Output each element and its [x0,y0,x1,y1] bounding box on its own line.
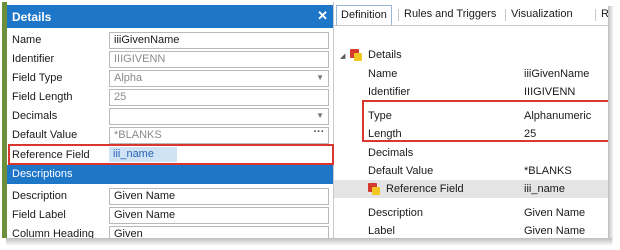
frame-shadow-right [608,6,614,242]
field-label-input[interactable]: Given Name [109,207,329,224]
tree-key: Default Value [368,165,434,177]
details-panel: Details ✕ Name iiiGivenName Identifier I… [7,2,334,238]
highlight-rectangle [362,100,608,142]
tree-key: Reference Field [386,183,464,195]
description-input[interactable]: Given Name [109,188,329,205]
tab-separator [595,9,596,21]
field-label: Identifier [12,53,55,65]
field-row-decimals: Decimals ▼ [7,107,333,126]
tree-value: Given Name [524,207,586,219]
decimals-select[interactable]: ▼ [109,108,329,125]
tree-value: Given Name [524,225,586,237]
field-row-default-value: Default Value *BLANKS ··· [7,126,333,145]
field-label: Description [12,190,68,202]
property-tree: ◢ Details Name iiiGivenName Identifier I… [334,26,608,238]
tree-row-selected[interactable]: Reference Field iii_name [334,180,608,198]
tab-repository-help[interactable]: Repository Help [597,5,608,24]
chevron-down-icon[interactable]: ▼ [316,111,324,120]
tab-rules-and-triggers[interactable]: Rules and Triggers [400,5,501,24]
column-heading-input[interactable]: Given [109,226,329,238]
name-input[interactable]: iiiGivenName [109,32,329,49]
highlight-rectangle [8,144,334,165]
field-label: Field Type [12,72,63,84]
field-row-field-length: Field Length 25 [7,88,333,107]
tree-key: Identifier [368,86,411,98]
identifier-input[interactable]: IIIGIVENN [109,51,329,68]
frame-shadow-bottom [6,238,612,246]
field-row-description: Description Given Name [7,187,333,206]
tab-separator [505,9,506,21]
details-title: Details [12,10,52,24]
tree-key: Decimals [368,147,414,159]
tab-separator [398,9,399,21]
tree-key: Label [368,225,395,237]
tab-visualization[interactable]: Visualization [507,5,577,24]
tree-value: *BLANKS [524,165,572,177]
field-label: Decimals [12,110,58,122]
tree-key: Description [368,207,424,219]
tree-value: iiiGivenName [524,68,590,80]
field-row-identifier: Identifier IIIGIVENN [7,50,333,69]
tree-row[interactable]: Default Value *BLANKS [334,162,608,180]
tab-bar: Definition Rules and Triggers Visualizat… [334,5,608,26]
tree-row[interactable]: Name iiiGivenName [334,65,608,83]
field-label: Name [12,34,42,46]
tree-row[interactable]: Label Given Name [334,222,608,238]
descriptions-header[interactable]: Descriptions [7,165,333,184]
field-length-input[interactable]: 25 [109,89,329,106]
field-row-field-type: Field Type Alpha ▼ [7,69,333,88]
definition-panel: Definition Rules and Triggers Visualizat… [334,2,608,238]
field-row-name: Name iiiGivenName [7,31,333,50]
field-row-field-label: Field Label Given Name [7,206,333,225]
property-group-icon [350,49,362,61]
field-type-select[interactable]: Alpha ▼ [109,70,329,87]
details-header: Details ✕ [7,5,333,28]
screenshot-frame: Details ✕ Name iiiGivenName Identifier I… [2,2,608,238]
field-label: Field Label [12,209,66,221]
close-icon[interactable]: ✕ [317,8,328,24]
tree-row[interactable]: Decimals [334,144,608,162]
tab-definition[interactable]: Definition [336,5,392,25]
ellipsis-button[interactable]: ··· [313,126,324,138]
field-label: Column Heading [12,228,94,238]
field-label: Field Length [12,91,73,103]
field-row-column-heading: Column Heading Given [7,225,333,238]
tree-row[interactable]: Identifier IIIGIVENN [334,83,608,101]
field-label: Default Value [12,129,78,141]
tree-value: iii_name [524,183,565,195]
default-value-input[interactable]: *BLANKS ··· [109,126,329,144]
tree-value: IIIGIVENN [524,86,576,98]
expand-collapse-icon[interactable]: ◢ [340,52,345,60]
tree-key: Name [368,68,398,80]
tree-group-details[interactable]: ◢ Details [334,46,608,64]
reference-field-icon [368,183,380,195]
chevron-down-icon[interactable]: ▼ [316,73,324,82]
tree-row[interactable]: Description Given Name [334,204,608,222]
